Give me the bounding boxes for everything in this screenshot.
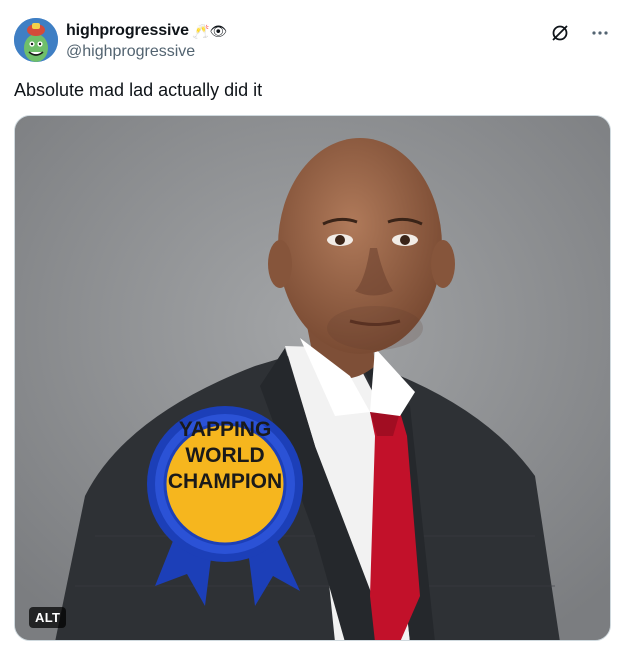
badge-line-3: CHAMPION	[168, 470, 282, 493]
badge-line-1: YAPPING	[179, 418, 272, 441]
tweet-media[interactable]: YAPPING WORLD CHAMPION ALT	[14, 115, 611, 641]
media-image: YAPPING WORLD CHAMPION	[15, 116, 610, 640]
tweet-text: Absolute mad lad actually did it	[14, 80, 263, 100]
author-info[interactable]: highprogressive 🥂👁 @highprogressive	[66, 20, 227, 61]
tweet-card: highprogressive 🥂👁 @highprogressive Abso…	[0, 0, 625, 660]
badge-line-2: WORLD	[185, 444, 264, 467]
top-actions	[549, 22, 611, 44]
name-emojis: 🥂👁	[191, 23, 228, 39]
avatar-image	[14, 18, 58, 62]
handle[interactable]: @highprogressive	[66, 43, 227, 61]
avatar[interactable]	[14, 18, 58, 62]
grok-icon[interactable]	[549, 22, 571, 44]
alt-badge[interactable]: ALT	[29, 607, 67, 628]
display-name[interactable]: highprogressive	[66, 22, 189, 40]
more-icon[interactable]	[589, 22, 611, 44]
name-row: highprogressive 🥂👁	[66, 20, 227, 42]
